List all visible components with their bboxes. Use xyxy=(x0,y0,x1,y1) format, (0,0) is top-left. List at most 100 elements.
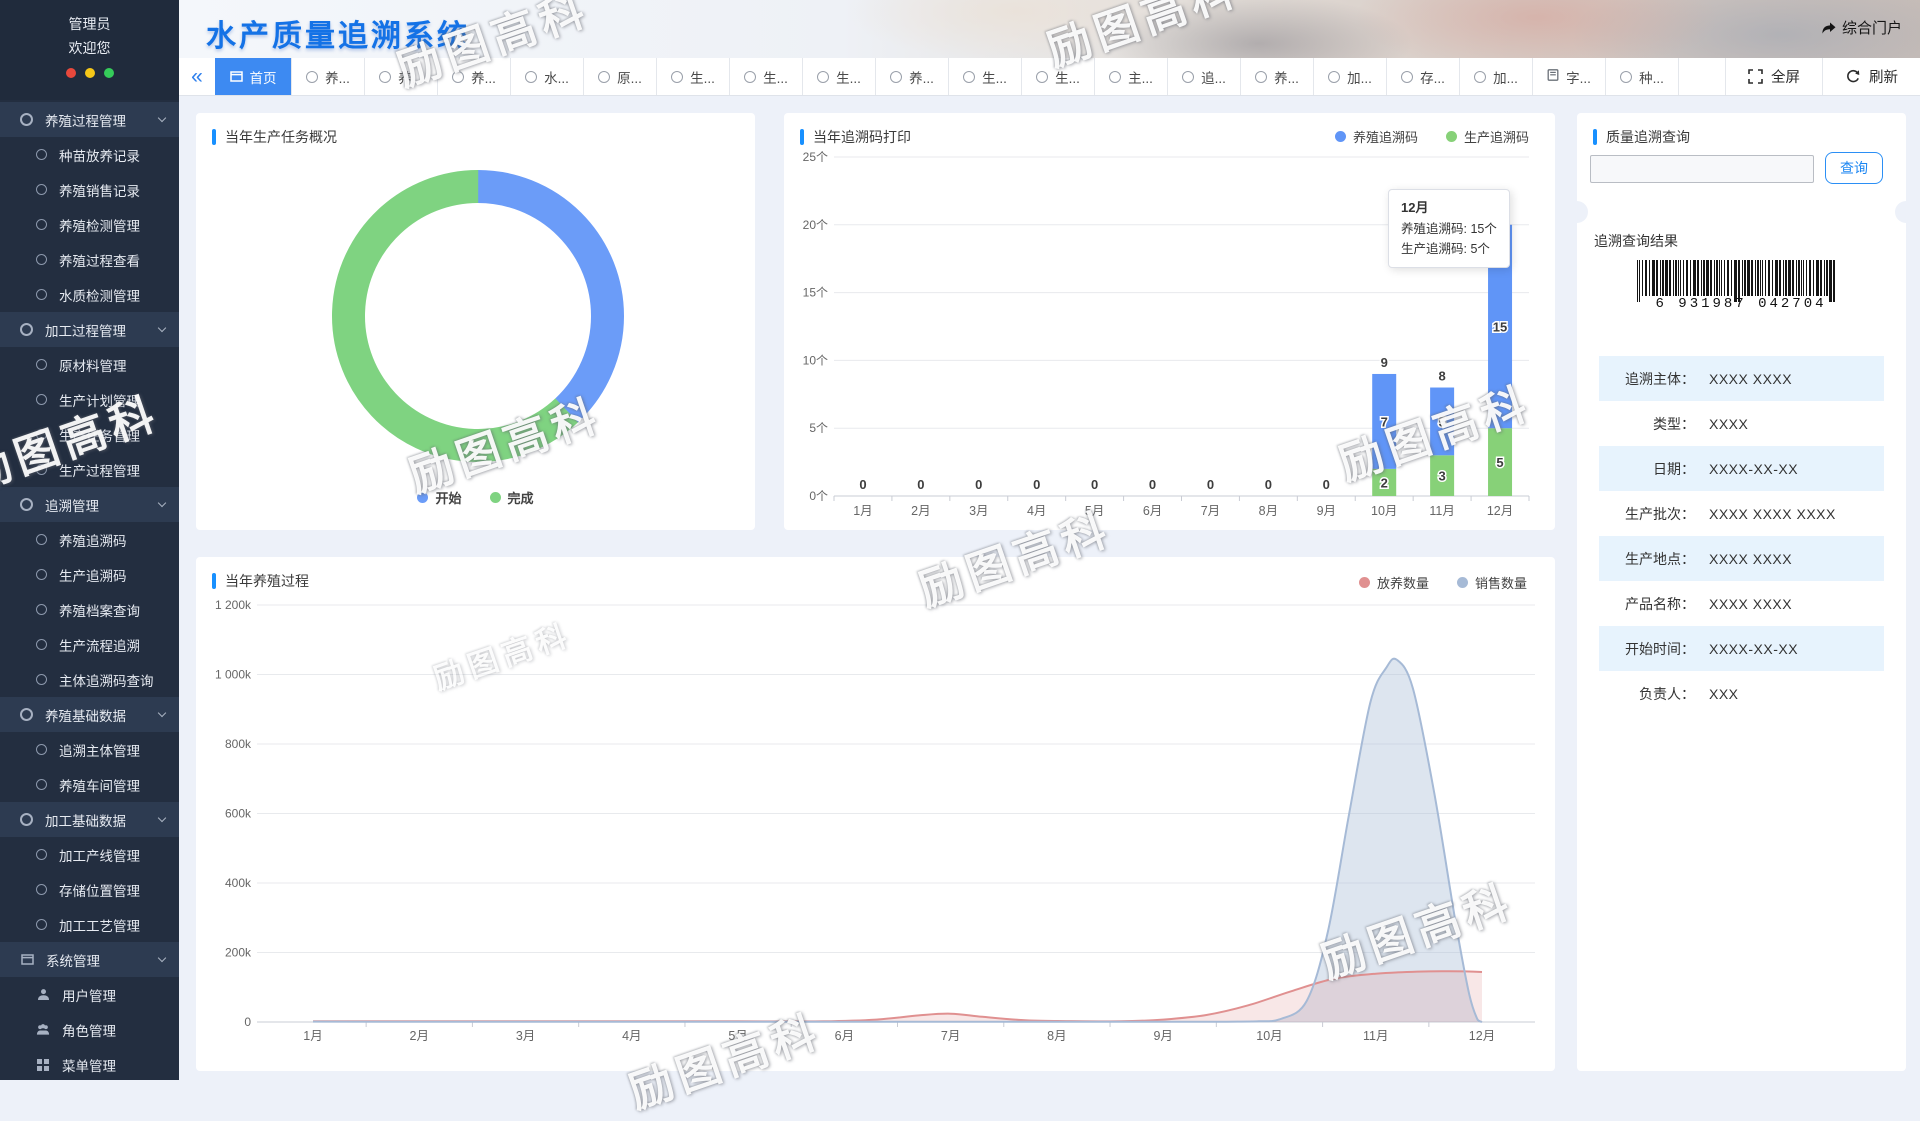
legend-item[interactable]: 开始 xyxy=(417,488,461,507)
sidebar-item-4[interactable]: 养殖过程查看 xyxy=(0,242,179,277)
detail-row: 生产地点： XXXX XXXX xyxy=(1599,536,1884,581)
sidebar-item-23[interactable]: 加工工艺管理 xyxy=(0,907,179,942)
sidebar-item-10[interactable]: 生产过程管理 xyxy=(0,452,179,487)
svg-text:0: 0 xyxy=(1033,477,1040,492)
circle-icon xyxy=(36,429,47,440)
detail-value: XXXX-XX-XX xyxy=(1709,641,1798,657)
sidebar-item-12[interactable]: 养殖追溯码 xyxy=(0,522,179,557)
collapse-tabs-icon[interactable]: « xyxy=(179,58,215,95)
sidebar-item-14[interactable]: 养殖档案查询 xyxy=(0,592,179,627)
tab-12[interactable]: 主... xyxy=(1095,58,1168,95)
sidebar-item-25[interactable]: 用户管理 xyxy=(0,977,179,1012)
portal-link[interactable]: 综合门户 xyxy=(1821,17,1902,38)
sidebar-item-2[interactable]: 养殖销售记录 xyxy=(0,172,179,207)
sidebar-item-16[interactable]: 主体追溯码查询 xyxy=(0,662,179,697)
circle-icon xyxy=(36,254,47,265)
barcode-bar xyxy=(1683,260,1684,296)
barcode-bar xyxy=(1690,260,1691,296)
sidebar-item-1[interactable]: 种苗放养记录 xyxy=(0,137,179,172)
barcode-bar xyxy=(1724,260,1725,296)
legend-item[interactable]: 放养数量 xyxy=(1359,573,1429,592)
svg-text:10月: 10月 xyxy=(1371,504,1397,518)
refresh-label: 刷新 xyxy=(1869,66,1898,87)
tab-5[interactable]: 原... xyxy=(584,58,657,95)
sidebar-item-label: 养殖过程管理 xyxy=(45,110,126,130)
detail-label: 负责人： xyxy=(1599,684,1695,704)
svg-text:5月: 5月 xyxy=(728,1029,747,1043)
tab-7[interactable]: 生... xyxy=(730,58,803,95)
svg-text:9月: 9月 xyxy=(1153,1029,1172,1043)
barcode-bar xyxy=(1779,260,1781,296)
refresh-button[interactable]: 刷新 xyxy=(1822,58,1920,95)
chevron-down-icon xyxy=(158,499,166,507)
circle-icon xyxy=(36,219,47,230)
sidebar-item-17[interactable]: 养殖基础数据 xyxy=(0,697,179,732)
sidebar-item-label: 生产计划管理 xyxy=(59,390,140,410)
tab-4[interactable]: 水... xyxy=(511,58,584,95)
svg-text:3月: 3月 xyxy=(516,1029,535,1043)
legend-label: 生产追溯码 xyxy=(1464,127,1529,146)
legend-item[interactable]: 完成 xyxy=(490,488,534,507)
query-button[interactable]: 查询 xyxy=(1825,152,1883,184)
trace-code-input[interactable] xyxy=(1590,155,1814,183)
tab-18[interactable]: 字... xyxy=(1533,58,1606,95)
barcode-bar xyxy=(1772,260,1773,296)
sidebar-item-13[interactable]: 生产追溯码 xyxy=(0,557,179,592)
sidebar-item-15[interactable]: 生产流程追溯 xyxy=(0,627,179,662)
sidebar-item-22[interactable]: 存储位置管理 xyxy=(0,872,179,907)
tab-15[interactable]: 加... xyxy=(1314,58,1387,95)
tab-3[interactable]: 养... xyxy=(438,58,511,95)
tab-label: 生... xyxy=(1055,67,1080,87)
sidebar-item-26[interactable]: 角色管理 xyxy=(0,1012,179,1047)
legend-item[interactable]: 销售数量 xyxy=(1457,573,1527,592)
sidebar-item-6[interactable]: 加工过程管理 xyxy=(0,312,179,347)
circle-icon xyxy=(1036,71,1048,83)
tab-8[interactable]: 生... xyxy=(803,58,876,95)
sidebar-item-9[interactable]: 生产任务管理 xyxy=(0,417,179,452)
circle-icon xyxy=(379,71,391,83)
donut-legend: 开始 完成 xyxy=(196,488,755,507)
svg-text:0: 0 xyxy=(1323,477,1330,492)
sidebar-item-24[interactable]: 系统管理 xyxy=(0,942,179,977)
tab-home[interactable]: 首页 xyxy=(215,58,292,95)
sidebar-item-3[interactable]: 养殖检测管理 xyxy=(0,207,179,242)
tab-16[interactable]: 存... xyxy=(1387,58,1460,95)
app-title: 水产质量追溯系统 xyxy=(206,11,470,55)
barcode-bar xyxy=(1788,260,1791,296)
legend-item[interactable]: 养殖追溯码 xyxy=(1335,127,1418,146)
sidebar-item-label: 菜单管理 xyxy=(62,1055,116,1075)
sidebar-item-7[interactable]: 原材料管理 xyxy=(0,347,179,382)
barcode-bar xyxy=(1656,260,1658,296)
svg-text:9月: 9月 xyxy=(1317,504,1336,518)
sidebar-item-20[interactable]: 加工基础数据 xyxy=(0,802,179,837)
tab-10[interactable]: 生... xyxy=(949,58,1022,95)
legend-item[interactable]: 生产追溯码 xyxy=(1446,127,1529,146)
sidebar-item-5[interactable]: 水质检测管理 xyxy=(0,277,179,312)
sidebar-item-18[interactable]: 追溯主体管理 xyxy=(0,732,179,767)
detail-label: 生产地点： xyxy=(1599,549,1695,569)
sidebar-item-19[interactable]: 养殖车间管理 xyxy=(0,767,179,802)
tab-6[interactable]: 生... xyxy=(657,58,730,95)
tab-13[interactable]: 追... xyxy=(1168,58,1241,95)
tab-11[interactable]: 生... xyxy=(1022,58,1095,95)
circle-icon xyxy=(36,919,47,930)
tab-1[interactable]: 养... xyxy=(292,58,365,95)
tab-19[interactable]: 种... xyxy=(1606,58,1679,95)
tab-14[interactable]: 养... xyxy=(1241,58,1314,95)
sidebar-item-21[interactable]: 加工产线管理 xyxy=(0,837,179,872)
sidebar-item-11[interactable]: 追溯管理 xyxy=(0,487,179,522)
sidebar-item-8[interactable]: 生产计划管理 xyxy=(0,382,179,417)
tabs-container: 养...养...养...水...原...生...生...生...养...生...… xyxy=(292,58,1679,95)
tab-9[interactable]: 养... xyxy=(876,58,949,95)
legend-dot xyxy=(1335,131,1346,142)
tab-17[interactable]: 加... xyxy=(1460,58,1533,95)
sidebar-item-27[interactable]: 菜单管理 xyxy=(0,1047,179,1082)
fullscreen-button[interactable]: 全屏 xyxy=(1725,58,1822,95)
sidebar-item-0[interactable]: 养殖过程管理 xyxy=(0,102,179,137)
circle-icon xyxy=(36,149,47,160)
barcode-bar xyxy=(1642,260,1643,296)
detail-value: XXXX XXXX xyxy=(1709,551,1792,567)
fullscreen-icon xyxy=(1748,69,1763,84)
tab-2[interactable]: 养... xyxy=(365,58,438,95)
ticket-notch-left xyxy=(1566,201,1588,223)
